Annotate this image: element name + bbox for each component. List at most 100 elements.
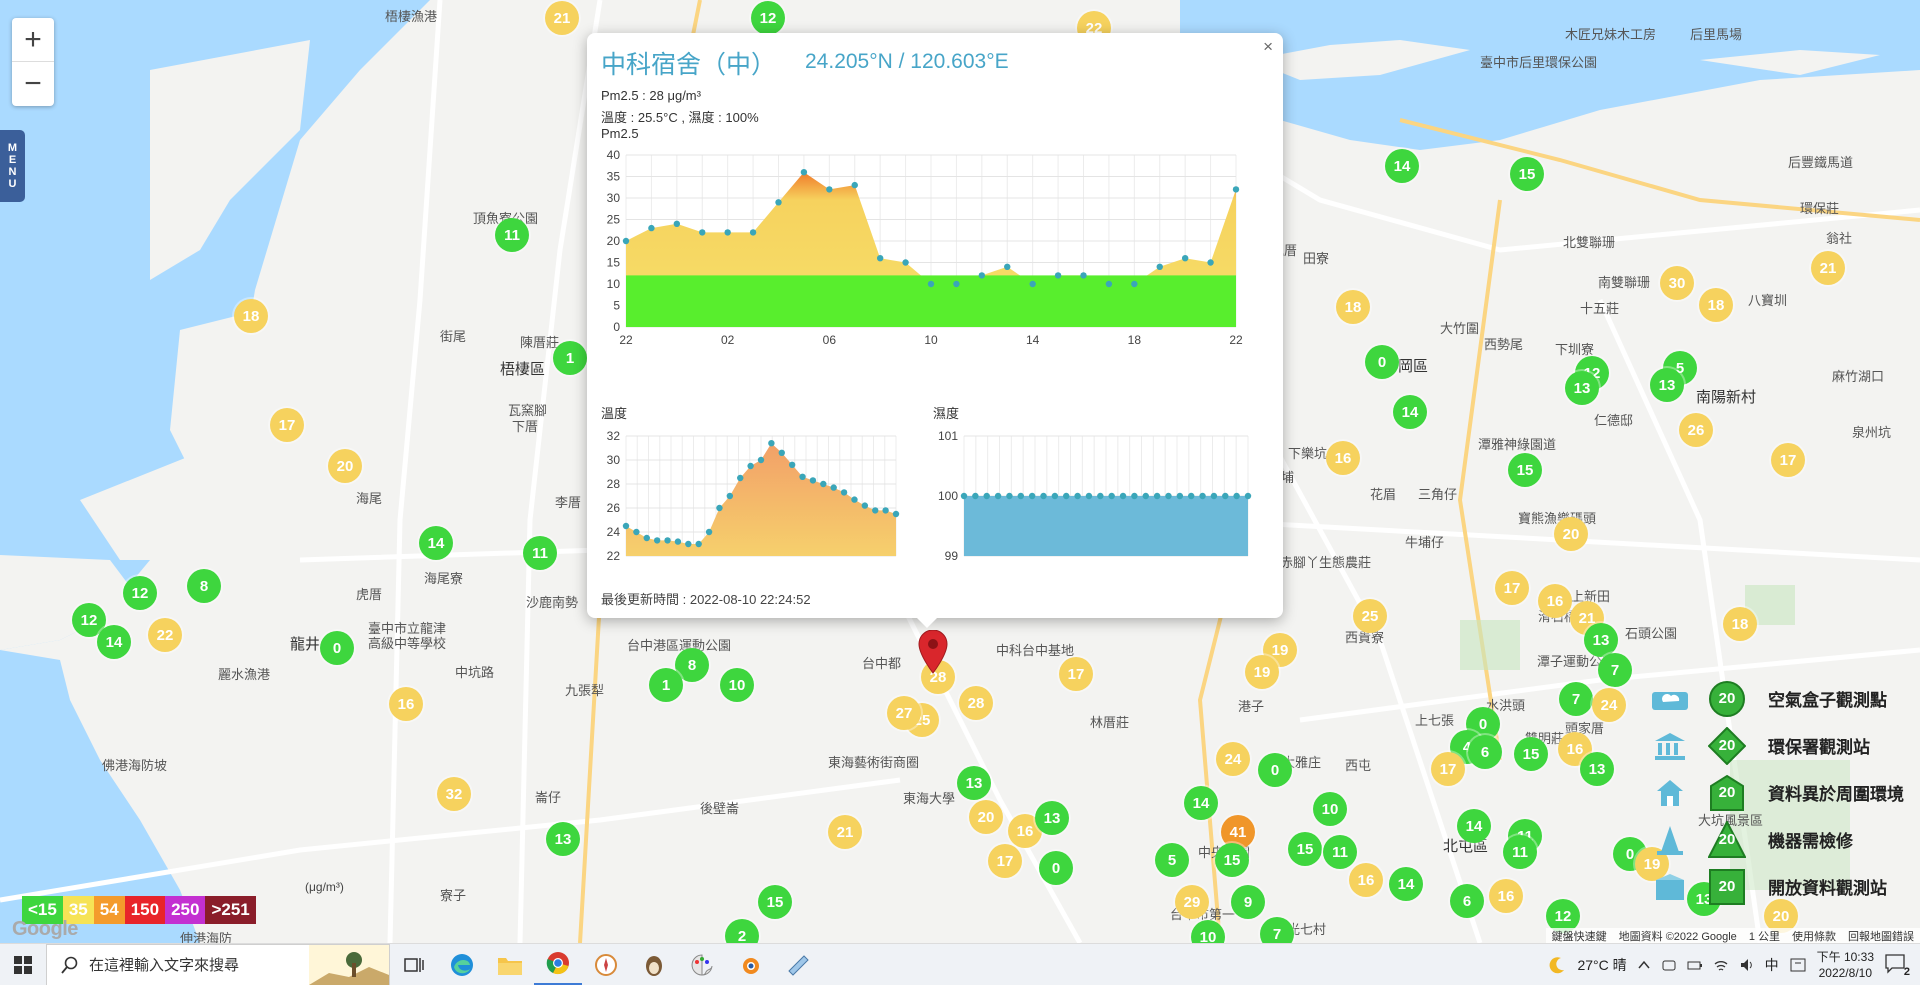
sensor-marker[interactable]: 14	[97, 625, 131, 659]
sensor-marker[interactable]: 20	[969, 800, 1003, 834]
weather-text[interactable]: 27°C 晴	[1577, 955, 1626, 975]
sensor-marker[interactable]: 19	[1245, 655, 1279, 689]
sensor-marker[interactable]: 11	[523, 536, 557, 570]
sensor-marker[interactable]: 18	[1723, 607, 1757, 641]
sensor-marker[interactable]: 12	[751, 1, 785, 35]
sensor-marker[interactable]: 30	[1660, 266, 1694, 300]
sensor-marker[interactable]: 5	[1155, 843, 1189, 877]
report-error-link[interactable]: 回報地圖錯誤	[1848, 928, 1914, 944]
zoom-out-button[interactable]: −	[12, 62, 54, 106]
taskbar-app-explorer[interactable]	[486, 944, 534, 985]
sensor-marker[interactable]: 16	[389, 687, 423, 721]
sensor-marker[interactable]: 18	[234, 299, 268, 333]
sensor-marker[interactable]: 13	[1580, 752, 1614, 786]
sensor-marker[interactable]: 6	[1450, 884, 1484, 918]
sensor-marker[interactable]: 17	[1771, 443, 1805, 477]
sensor-marker[interactable]: 13	[957, 766, 991, 800]
sensor-marker[interactable]: 11	[495, 218, 529, 252]
sensor-marker[interactable]: 16	[1349, 863, 1383, 897]
sensor-marker[interactable]: 7	[1559, 682, 1593, 716]
sensor-marker[interactable]: 11	[1323, 835, 1357, 869]
sensor-marker[interactable]: 14	[1385, 149, 1419, 183]
ime-indicator[interactable]: 中	[1765, 955, 1779, 975]
sensor-marker[interactable]: 14	[1457, 809, 1491, 843]
input-mode-icon[interactable]	[1789, 956, 1807, 974]
sensor-marker[interactable]: 12	[123, 576, 157, 610]
sensor-marker[interactable]: 21	[545, 1, 579, 35]
sensor-marker[interactable]: 17	[1431, 752, 1465, 786]
taskbar-app-paint[interactable]	[678, 944, 726, 985]
sensor-marker[interactable]: 17	[270, 408, 304, 442]
sensor-marker[interactable]: 21	[1811, 251, 1845, 285]
sensor-marker[interactable]: 1	[553, 341, 587, 375]
sensor-marker[interactable]: 11	[1503, 835, 1537, 869]
sensor-marker[interactable]: 20	[328, 449, 362, 483]
sensor-marker[interactable]: 15	[1508, 453, 1542, 487]
sensor-marker[interactable]: 9	[1231, 885, 1265, 919]
taskbar-app-edge[interactable]	[438, 944, 486, 985]
sensor-marker[interactable]: 13	[1650, 368, 1684, 402]
sensor-marker[interactable]: 7	[1598, 653, 1632, 687]
sensor-marker[interactable]: 29	[1175, 885, 1209, 919]
meet-now-icon[interactable]	[1661, 957, 1677, 973]
sensor-marker[interactable]: 15	[1215, 843, 1249, 877]
sensor-marker[interactable]: 22	[148, 618, 182, 652]
start-button[interactable]	[0, 944, 46, 985]
sensor-marker[interactable]: 15	[1510, 157, 1544, 191]
sensor-marker[interactable]: 8	[187, 569, 221, 603]
sensor-marker[interactable]: 17	[988, 844, 1022, 878]
chevron-up-icon[interactable]	[1637, 958, 1651, 972]
taskbar-app-chrome[interactable]	[534, 944, 582, 985]
sensor-marker[interactable]: 6	[1468, 735, 1502, 769]
volume-icon[interactable]	[1739, 957, 1755, 973]
sensor-marker[interactable]: 13	[1584, 623, 1618, 657]
sensor-marker[interactable]: 0	[1365, 345, 1399, 379]
sensor-marker[interactable]: 14	[1389, 867, 1423, 901]
selected-location-pin[interactable]	[918, 630, 948, 674]
sensor-marker[interactable]: 10	[1313, 792, 1347, 826]
sensor-marker[interactable]: 0	[1039, 851, 1073, 885]
clock[interactable]: 下午 10:33 2022/8/10	[1817, 949, 1874, 981]
sensor-marker[interactable]: 16	[1326, 441, 1360, 475]
sensor-marker[interactable]: 17	[1059, 657, 1093, 691]
sensor-marker[interactable]: 13	[1035, 801, 1069, 835]
terms-link[interactable]: 使用條款	[1792, 928, 1836, 944]
sensor-marker[interactable]: 17	[1495, 571, 1529, 605]
sensor-marker[interactable]: 32	[437, 777, 471, 811]
sensor-marker[interactable]: 15	[758, 885, 792, 919]
sensor-marker[interactable]: 14	[419, 526, 453, 560]
sensor-marker[interactable]: 16	[1538, 584, 1572, 618]
task-view-button[interactable]	[390, 944, 438, 985]
taskbar-app-snip[interactable]	[774, 944, 822, 985]
sensor-marker[interactable]: 14	[1184, 786, 1218, 820]
sensor-marker[interactable]: 0	[320, 631, 354, 665]
sensor-marker[interactable]: 21	[828, 815, 862, 849]
menu-tab[interactable]: M E N U	[0, 130, 25, 202]
sensor-marker[interactable]: 16	[1489, 879, 1523, 913]
sensor-marker[interactable]: 18	[1699, 288, 1733, 322]
sensor-marker[interactable]: 28	[959, 686, 993, 720]
taskbar-search[interactable]: 在這裡輸入文字來搜尋	[46, 943, 390, 985]
sensor-marker[interactable]: 1	[649, 668, 683, 702]
sensor-marker[interactable]: 20	[1554, 517, 1588, 551]
sensor-marker[interactable]: 18	[1336, 290, 1370, 324]
sensor-marker[interactable]: 7	[1260, 917, 1294, 943]
taskbar-app-clock[interactable]	[582, 944, 630, 985]
sensor-marker[interactable]: 27	[887, 696, 921, 730]
zoom-in-button[interactable]: +	[12, 18, 54, 62]
sensor-marker[interactable]: 26	[1679, 413, 1713, 447]
sensor-marker[interactable]: 15	[1288, 832, 1322, 866]
taskbar-app-media[interactable]	[630, 944, 678, 985]
sensor-marker[interactable]: 0	[1258, 753, 1292, 787]
notification-center-button[interactable]: 2	[1884, 952, 1910, 978]
sensor-marker[interactable]: 24	[1216, 742, 1250, 776]
wifi-icon[interactable]	[1713, 957, 1729, 973]
sensor-marker[interactable]: 14	[1393, 395, 1427, 429]
sensor-marker[interactable]: 13	[1565, 371, 1599, 405]
sensor-marker[interactable]: 13	[546, 822, 580, 856]
battery-icon[interactable]	[1687, 957, 1703, 973]
sensor-marker[interactable]: 24	[1592, 688, 1626, 722]
sensor-marker[interactable]: 15	[1514, 737, 1548, 771]
sensor-marker[interactable]: 10	[720, 668, 754, 702]
keyboard-shortcuts-link[interactable]: 鍵盤快速鍵	[1552, 928, 1607, 944]
